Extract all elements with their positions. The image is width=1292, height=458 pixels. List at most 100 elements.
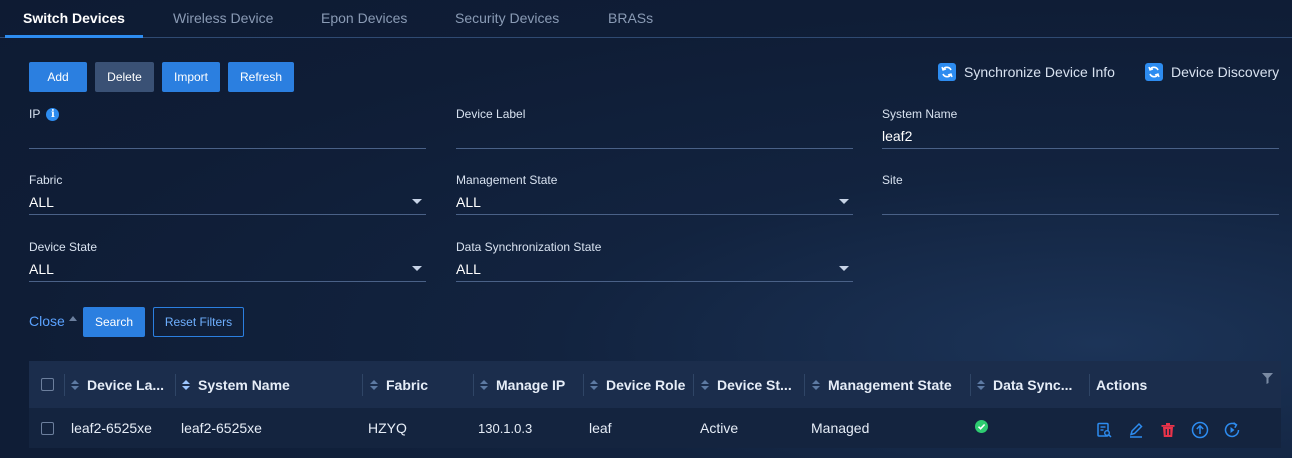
- table-header: Device La... System Name Fabric Manage I…: [29, 361, 1281, 408]
- tab-epon-devices[interactable]: Epon Devices: [321, 0, 407, 38]
- close-filters-link[interactable]: Close: [29, 313, 77, 329]
- header-label: Manage IP: [496, 376, 566, 393]
- field-underline: [882, 214, 1279, 215]
- sort-icon: [480, 379, 488, 390]
- sync-icon: [938, 63, 956, 81]
- sort-icon: [370, 379, 378, 390]
- chevron-up-icon: [68, 315, 77, 321]
- synchronize-device-info-button[interactable]: Synchronize Device Info: [938, 61, 1115, 83]
- data-sync-state-value: ALL: [456, 261, 481, 277]
- refresh-icon[interactable]: [1223, 421, 1241, 439]
- chevron-down-icon: [412, 266, 422, 271]
- ip-field[interactable]: IP i: [29, 107, 426, 149]
- header-device-state[interactable]: Device St...: [694, 361, 805, 408]
- reset-filters-button[interactable]: Reset Filters: [153, 307, 244, 337]
- synchronize-device-info-label: Synchronize Device Info: [964, 64, 1115, 80]
- field-underline: [882, 148, 1279, 149]
- table-row[interactable]: leaf2-6525xe leaf2-6525xe HZYQ 130.1.0.3…: [29, 408, 1281, 448]
- sort-icon: [71, 379, 79, 390]
- header-data-sync[interactable]: Data Sync...: [971, 361, 1090, 408]
- ip-label: IP: [29, 107, 41, 121]
- check-circle-icon: [975, 420, 988, 436]
- field-underline: [456, 281, 853, 282]
- management-state-value: ALL: [456, 194, 481, 210]
- select-all-checkbox[interactable]: [40, 378, 54, 391]
- field-underline: [29, 148, 426, 149]
- device-state-select[interactable]: Device State ALL: [29, 240, 426, 282]
- header-label: System Name: [198, 376, 290, 393]
- fabric-select[interactable]: Fabric ALL: [29, 173, 426, 215]
- device-state-value: ALL: [29, 261, 54, 277]
- import-button[interactable]: Import: [162, 62, 220, 92]
- chevron-down-icon: [412, 199, 422, 204]
- devices-table: Device La... System Name Fabric Manage I…: [29, 361, 1281, 458]
- discovery-icon: [1145, 63, 1163, 81]
- system-name-label: System Name: [882, 107, 958, 121]
- trash-icon[interactable]: [1159, 421, 1177, 439]
- sort-icon: [812, 379, 820, 390]
- data-sync-state-label: Data Synchronization State: [456, 240, 602, 254]
- header-select-all: [29, 361, 65, 408]
- field-underline: [456, 148, 853, 149]
- header-label: Management State: [828, 376, 952, 393]
- cell-actions: [1095, 408, 1281, 448]
- cell-management-state: Managed: [811, 420, 870, 436]
- edit-icon[interactable]: [1127, 421, 1145, 439]
- header-management-state[interactable]: Management State: [805, 361, 971, 408]
- close-label: Close: [29, 313, 65, 329]
- cell-data-sync: [975, 408, 1085, 448]
- header-fabric[interactable]: Fabric: [363, 361, 474, 408]
- refresh-button[interactable]: Refresh: [228, 62, 294, 92]
- field-underline: [29, 281, 426, 282]
- sort-icon: [701, 379, 709, 390]
- upload-icon[interactable]: [1191, 421, 1209, 439]
- tab-brass[interactable]: BRASs: [608, 0, 653, 38]
- site-label: Site: [882, 173, 903, 187]
- system-name-value: leaf2: [882, 128, 913, 144]
- device-discovery-button[interactable]: Device Discovery: [1145, 61, 1279, 83]
- fabric-value: ALL: [29, 194, 54, 210]
- detail-icon[interactable]: [1095, 421, 1113, 439]
- search-button[interactable]: Search: [83, 307, 145, 337]
- device-tabs: Switch Devices Wireless Device Epon Devi…: [0, 0, 1292, 38]
- fabric-label: Fabric: [29, 173, 63, 187]
- chevron-down-icon: [839, 266, 849, 271]
- add-button[interactable]: Add: [29, 62, 87, 92]
- header-actions: Actions: [1090, 361, 1281, 408]
- row-checkbox-cell: [29, 408, 65, 448]
- cell-device-role: leaf: [589, 420, 612, 436]
- tab-security-devices[interactable]: Security Devices: [455, 0, 559, 38]
- management-state-select[interactable]: Management State ALL: [456, 173, 853, 215]
- sort-icon: [590, 379, 598, 390]
- tab-switch-devices[interactable]: Switch Devices: [5, 0, 143, 38]
- header-device-role[interactable]: Device Role: [584, 361, 694, 408]
- site-field[interactable]: Site: [882, 173, 1279, 215]
- chevron-down-icon: [839, 199, 849, 204]
- device-discovery-label: Device Discovery: [1171, 64, 1280, 80]
- row-checkbox[interactable]: [40, 421, 54, 435]
- header-system-name[interactable]: System Name: [176, 361, 363, 408]
- field-underline: [456, 214, 853, 215]
- delete-button[interactable]: Delete: [95, 62, 154, 92]
- header-label: Data Sync...: [993, 376, 1073, 393]
- field-underline: [29, 214, 426, 215]
- tab-wireless-device[interactable]: Wireless Device: [173, 0, 273, 38]
- sort-icon: [182, 379, 190, 390]
- info-icon[interactable]: i: [46, 107, 60, 121]
- data-sync-state-select[interactable]: Data Synchronization State ALL: [456, 240, 853, 282]
- cell-device-label: leaf2-6525xe: [71, 420, 152, 436]
- cell-system-name: leaf2-6525xe: [181, 420, 262, 436]
- header-device-label[interactable]: Device La...: [65, 361, 176, 408]
- header-label: Device Role: [606, 376, 686, 393]
- header-manage-ip[interactable]: Manage IP: [474, 361, 584, 408]
- management-state-label: Management State: [456, 173, 558, 187]
- device-label-label: Device Label: [456, 107, 526, 121]
- filter-icon[interactable]: [1262, 371, 1273, 389]
- device-label-field[interactable]: Device Label: [456, 107, 853, 149]
- device-state-label: Device State: [29, 240, 98, 254]
- header-label: Fabric: [386, 376, 429, 393]
- cell-manage-ip: 130.1.0.3: [478, 420, 533, 436]
- sort-icon: [977, 379, 985, 390]
- system-name-field[interactable]: System Name leaf2: [882, 107, 1279, 149]
- header-label: Device St...: [717, 376, 792, 393]
